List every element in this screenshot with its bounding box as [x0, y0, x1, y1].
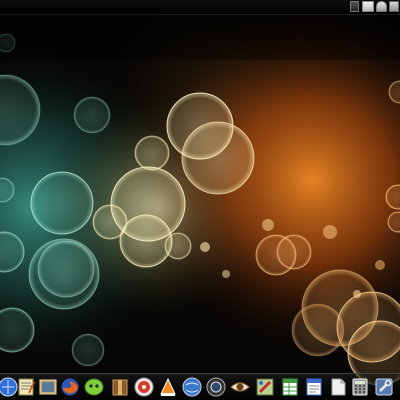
bokeh-circle: [181, 121, 255, 195]
image-viewer-icon[interactable]: [38, 377, 58, 397]
bokeh-circle: [291, 303, 345, 357]
bokeh-circle: [276, 234, 312, 270]
browser-globe-icon[interactable]: [182, 377, 202, 397]
media-player-icon[interactable]: [134, 377, 154, 397]
document-icon[interactable]: [328, 377, 348, 397]
archive-manager-icon[interactable]: [110, 377, 130, 397]
bokeh-circle: [73, 96, 111, 134]
firefox-icon[interactable]: [60, 377, 80, 397]
bokeh-circle: [71, 333, 105, 367]
network-icon[interactable]: [350, 1, 359, 12]
camera-icon[interactable]: [206, 377, 226, 397]
bokeh-circle: [30, 171, 94, 235]
text-editor-icon[interactable]: [16, 377, 36, 397]
tools-icon[interactable]: [374, 377, 394, 397]
calculator-icon[interactable]: [350, 377, 370, 397]
bokeh-circle: [323, 225, 337, 239]
bokeh-circle: [200, 242, 210, 252]
vlc-icon[interactable]: [158, 377, 178, 397]
paint-icon[interactable]: [255, 377, 275, 397]
dock: [0, 373, 400, 400]
word-processor-icon[interactable]: [304, 377, 324, 397]
spreadsheet-icon[interactable]: [280, 377, 300, 397]
bokeh-wallpaper: [0, 0, 400, 400]
bokeh-circle: [262, 219, 274, 231]
window-list-icon[interactable]: [362, 1, 374, 12]
eye-of-gnome-icon[interactable]: [230, 377, 250, 397]
top-panel: [0, 0, 400, 15]
bokeh-circle: [375, 260, 385, 270]
tray-extra-icon[interactable]: [389, 1, 399, 12]
bokeh-circle: [37, 240, 95, 298]
bokeh-circle: [134, 135, 170, 171]
bokeh-circle: [92, 204, 128, 240]
pidgin-chat-icon[interactable]: [84, 377, 104, 397]
bokeh-circle: [119, 214, 173, 268]
bokeh-circle: [222, 270, 230, 278]
clock-icon[interactable]: [376, 1, 387, 12]
bokeh-circle: [353, 290, 361, 298]
desktop: [0, 0, 400, 400]
bokeh-circle: [164, 232, 192, 260]
